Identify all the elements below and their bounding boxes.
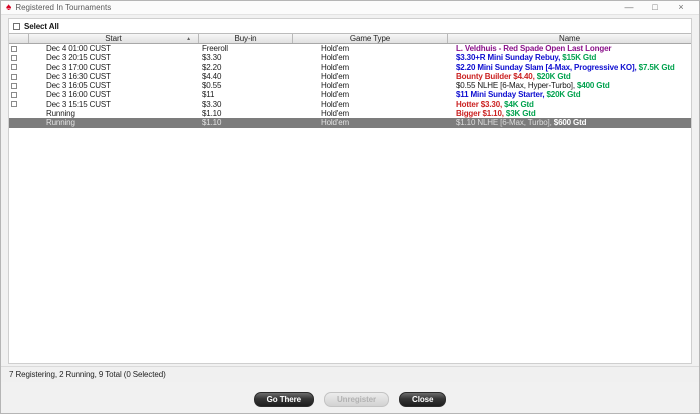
row-checkbox-cell xyxy=(9,45,29,52)
row-checkbox-cell xyxy=(9,73,29,80)
row-checkbox-cell xyxy=(9,92,29,99)
row-buyin: $11 xyxy=(202,90,215,100)
row-game-type: Hold'em xyxy=(321,99,350,109)
table-row[interactable]: Running $1.10 Hold'em $1.10 NLHE [6-Max, Tu… xyxy=(9,118,691,128)
row-tournament-name: $3.30+R Mini Sunday Rebuy, $15K Gtd xyxy=(456,53,597,63)
row-checkbox[interactable] xyxy=(11,92,17,99)
select-all-label: Select All xyxy=(24,21,59,31)
row-start: Dec 3 20:15 CUST xyxy=(46,53,111,63)
row-tournament-name: $2.20 Mini Sunday Slam [4-Max, Progressi… xyxy=(456,62,675,72)
maximize-icon[interactable]: □ xyxy=(642,1,668,14)
row-checkbox[interactable] xyxy=(11,64,17,71)
row-buyin: $3.30 xyxy=(202,53,222,63)
pokerstars-spade-icon: ♠ xyxy=(6,1,12,13)
row-checkbox-cell xyxy=(9,82,29,89)
row-start: Running xyxy=(46,109,75,119)
table-row[interactable]: Dec 3 17:00 CUST $2.20 Hold'em $2.20 Mini S… xyxy=(9,62,691,72)
action-button-row: Go There Unregister Close xyxy=(1,392,699,408)
close-icon[interactable]: × xyxy=(668,1,694,14)
row-start: Dec 3 17:00 CUST xyxy=(46,62,111,72)
select-all-row: Select All xyxy=(9,19,691,33)
minimize-icon[interactable]: — xyxy=(616,1,642,14)
table-row[interactable]: Dec 3 16:30 CUST $4.40 Hold'em Bounty Build… xyxy=(9,71,691,82)
row-tournament-name: Bounty Builder $4.40, $20K Gtd xyxy=(456,71,571,81)
row-start: Dec 3 15:15 CUST xyxy=(46,99,111,109)
close-button[interactable]: Close xyxy=(399,392,447,407)
column-header-start[interactable]: Start ▲ xyxy=(29,34,199,43)
table-row[interactable]: Dec 3 20:15 CUST $3.30 Hold'em $3.30+R Mini… xyxy=(9,53,691,63)
row-game-type: Hold'em xyxy=(321,53,350,63)
table-row[interactable]: Dec 3 16:05 CUST $0.55 Hold'em $0.55 NLHE [… xyxy=(9,81,691,91)
row-tournament-name: L. Veldhuis - Red Spade Open Last Longer xyxy=(456,44,612,53)
row-start: Dec 3 16:30 CUST xyxy=(46,71,111,81)
row-checkbox-cell xyxy=(9,64,29,71)
row-tournament-name: $1.10 NLHE [6-Max, Turbo], $600 Gtd xyxy=(456,118,587,128)
window-title: Registered In Tournaments xyxy=(15,3,112,12)
row-game-type: Hold'em xyxy=(321,118,350,128)
row-buyin: $0.55 xyxy=(202,81,222,91)
select-all-checkbox[interactable] xyxy=(13,22,20,30)
row-start: Dec 3 16:05 CUST xyxy=(46,81,111,91)
row-game-type: Hold'em xyxy=(321,71,350,81)
table-row[interactable]: Dec 3 16:00 CUST $11 Hold'em $11 Mini Sunda… xyxy=(9,90,691,100)
row-game-type: Hold'em xyxy=(321,81,350,91)
row-game-type: Hold'em xyxy=(321,44,350,53)
row-checkbox-cell xyxy=(9,54,29,61)
row-tournament-name: $0.55 NLHE [6-Max, Hyper-Turbo], $400 Gt… xyxy=(456,81,610,91)
title-bar: ♠ Registered In Tournaments — □ × xyxy=(1,1,699,15)
row-buyin: $1.10 xyxy=(202,118,222,128)
row-buyin: $3.30 xyxy=(202,99,222,109)
row-game-type: Hold'em xyxy=(321,90,350,100)
table-row[interactable]: Dec 3 15:15 CUST $3.30 Hold'em Hotter $3.30… xyxy=(9,99,691,110)
registered-tournaments-window: ♠ Registered In Tournaments — □ × Select… xyxy=(0,0,700,414)
row-buyin: $2.20 xyxy=(202,62,222,72)
column-header-game-type[interactable]: Game Type xyxy=(293,34,448,43)
row-buyin: $4.40 xyxy=(202,71,222,81)
table-header: Start ▲ Buy-in Game Type Name xyxy=(9,33,691,44)
row-checkbox[interactable] xyxy=(11,54,17,61)
status-summary: 7 Registering, 2 Running, 9 Total (0 Sel… xyxy=(9,370,166,379)
column-header-name[interactable]: Name xyxy=(448,34,691,43)
row-checkbox[interactable] xyxy=(11,82,17,89)
row-start: Running xyxy=(46,118,75,128)
window-controls: — □ × xyxy=(616,1,694,14)
row-tournament-name: $11 Mini Sunday Starter, $20K Gtd xyxy=(456,90,581,100)
row-buyin: Freeroll xyxy=(202,44,228,53)
table-row[interactable]: Running $1.10 Hold'em Bigger $1.10, $3K Gtd xyxy=(9,109,691,119)
row-start: Dec 4 01:00 CUST xyxy=(46,44,111,53)
tournament-panel: Select All Start ▲ Buy-in Game Type Name… xyxy=(8,18,692,364)
row-game-type: Hold'em xyxy=(321,109,350,119)
row-game-type: Hold'em xyxy=(321,62,350,72)
tournament-list: Dec 4 01:00 CUST Freeroll Hold'em L. Veldhu… xyxy=(9,44,691,363)
go-there-button[interactable]: Go There xyxy=(253,392,314,407)
column-header-buyin[interactable]: Buy-in xyxy=(199,34,293,43)
row-checkbox-cell xyxy=(9,101,29,108)
unregister-button[interactable]: Unregister xyxy=(324,392,390,407)
row-buyin: $1.10 xyxy=(202,109,222,119)
row-start: Dec 3 16:00 CUST xyxy=(46,90,111,100)
row-tournament-name: Hotter $3.30, $4K Gtd xyxy=(456,99,534,109)
row-checkbox[interactable] xyxy=(11,101,17,108)
column-header-checkbox xyxy=(9,34,29,43)
sort-asc-icon: ▲ xyxy=(186,36,191,42)
row-tournament-name: Bigger $1.10, $3K Gtd xyxy=(456,109,536,119)
row-checkbox[interactable] xyxy=(11,45,17,52)
table-row[interactable]: Dec 4 01:00 CUST Freeroll Hold'em L. Veldhu… xyxy=(9,44,691,54)
row-checkbox[interactable] xyxy=(11,73,17,80)
status-bar: 7 Registering, 2 Running, 9 Total (0 Sel… xyxy=(1,366,699,382)
